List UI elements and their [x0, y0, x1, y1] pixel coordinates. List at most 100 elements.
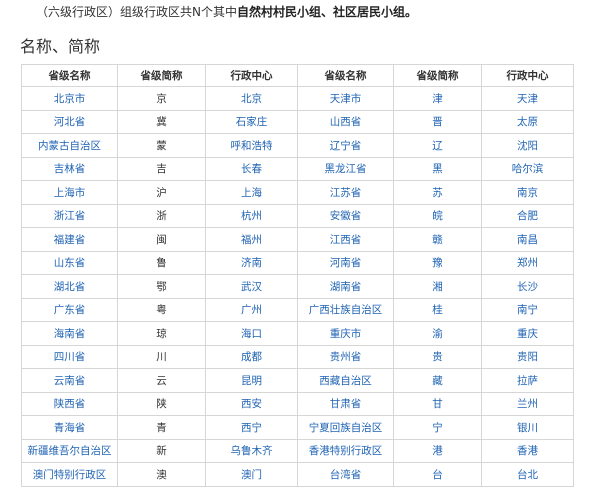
- header-province-abbr: 省级简称: [117, 64, 206, 87]
- province-name-2-cell[interactable]: 广西壮族自治区: [297, 297, 394, 322]
- province-abbr-cell: 青: [117, 415, 206, 440]
- province-name-2-cell[interactable]: 安徽省: [297, 203, 394, 228]
- province-name-cell[interactable]: 湖北省: [21, 274, 118, 299]
- province-abbr-2-cell: 贵: [393, 344, 482, 369]
- province-name-cell[interactable]: 云南省: [21, 368, 118, 393]
- province-abbr-2-cell: 黑: [393, 156, 482, 181]
- table-row: 北京市京北京 天津市津天津: [21, 86, 574, 111]
- capital-cell[interactable]: 石家庄: [205, 109, 298, 134]
- capital-2-cell[interactable]: 拉萨: [481, 368, 574, 393]
- province-name-2-cell[interactable]: 湖南省: [297, 274, 394, 299]
- province-name-2-cell[interactable]: 山西省: [297, 109, 394, 134]
- province-name-2-cell[interactable]: 台湾省: [297, 462, 394, 487]
- province-name-2-cell[interactable]: 重庆市: [297, 321, 394, 346]
- header-province-name: 省级名称: [21, 64, 118, 87]
- province-name-2-cell[interactable]: 江苏省: [297, 180, 394, 205]
- province-name-cell[interactable]: 上海市: [21, 180, 118, 205]
- header-province-abbr-2: 省级简称: [393, 64, 482, 87]
- province-name-cell[interactable]: 海南省: [21, 321, 118, 346]
- province-name-cell[interactable]: 四川省: [21, 344, 118, 369]
- province-name-cell[interactable]: 澳门特别行政区: [21, 462, 118, 487]
- province-name-cell[interactable]: 浙江省: [21, 203, 118, 228]
- province-name-cell[interactable]: 青海省: [21, 415, 118, 440]
- capital-cell[interactable]: 澳门: [205, 462, 298, 487]
- intro-paragraph: （六级行政区）组级行政区共N个其中自然村村民小组、社区居民小组。: [36, 3, 596, 21]
- capital-cell[interactable]: 武汉: [205, 274, 298, 299]
- table-header-row: 省级名称 省级简称 行政中心 省级名称 省级简称 行政中心: [21, 64, 574, 87]
- capital-2-cell[interactable]: 银川: [481, 415, 574, 440]
- capital-2-cell[interactable]: 贵阳: [481, 344, 574, 369]
- capital-2-cell[interactable]: 合肥: [481, 203, 574, 228]
- table-row: 福建省闽福州 江西省赣南昌: [21, 227, 574, 252]
- province-name-2-cell[interactable]: 辽宁省: [297, 133, 394, 158]
- table-row: 浙江省浙杭州 安徽省皖合肥: [21, 203, 574, 228]
- capital-2-cell[interactable]: 南宁: [481, 297, 574, 322]
- province-abbr-cell: 鄂: [117, 274, 206, 299]
- capital-cell[interactable]: 昆明: [205, 368, 298, 393]
- province-name-2-cell[interactable]: 黑龙江省: [297, 156, 394, 181]
- capital-2-cell[interactable]: 香港: [481, 438, 574, 463]
- province-name-2-cell[interactable]: 贵州省: [297, 344, 394, 369]
- province-name-cell[interactable]: 河北省: [21, 109, 118, 134]
- province-name-2-cell[interactable]: 江西省: [297, 227, 394, 252]
- province-name-cell[interactable]: 新疆维吾尔自治区: [21, 438, 118, 463]
- province-name-2-cell[interactable]: 西藏自治区: [297, 368, 394, 393]
- capital-2-cell[interactable]: 天津: [481, 86, 574, 111]
- province-name-2-cell[interactable]: 宁夏回族自治区: [297, 415, 394, 440]
- intro-suffix: 。: [405, 5, 418, 19]
- province-abbr-2-cell: 晋: [393, 109, 482, 134]
- province-name-2-cell[interactable]: 甘肃省: [297, 391, 394, 416]
- province-name-cell[interactable]: 广东省: [21, 297, 118, 322]
- capital-cell[interactable]: 西安: [205, 391, 298, 416]
- province-abbr-2-cell: 津: [393, 86, 482, 111]
- header-province-name-2: 省级名称: [297, 64, 394, 87]
- capital-cell[interactable]: 济南: [205, 250, 298, 275]
- capital-2-cell[interactable]: 哈尔滨: [481, 156, 574, 181]
- province-abbr-cell: 琼: [117, 321, 206, 346]
- capital-cell[interactable]: 上海: [205, 180, 298, 205]
- province-abbr-cell: 川: [117, 344, 206, 369]
- table-row: 陕西省陕西安 甘肃省甘兰州: [21, 391, 574, 416]
- capital-cell[interactable]: 呼和浩特: [205, 133, 298, 158]
- capital-cell[interactable]: 福州: [205, 227, 298, 252]
- table-row: 广东省粤广州 广西壮族自治区桂南宁: [21, 297, 574, 322]
- province-abbr-2-cell: 甘: [393, 391, 482, 416]
- province-name-cell[interactable]: 北京市: [21, 86, 118, 111]
- capital-2-cell[interactable]: 台北: [481, 462, 574, 487]
- capital-cell[interactable]: 北京: [205, 86, 298, 111]
- capital-cell[interactable]: 杭州: [205, 203, 298, 228]
- province-name-2-cell[interactable]: 香港特别行政区: [297, 438, 394, 463]
- intro-separator: 、: [321, 5, 334, 19]
- province-abbr-2-cell: 宁: [393, 415, 482, 440]
- capital-cell[interactable]: 成都: [205, 344, 298, 369]
- table-row: 青海省青西宁 宁夏回族自治区宁银川: [21, 415, 574, 440]
- capital-2-cell[interactable]: 南京: [481, 180, 574, 205]
- section-heading: 名称、简称: [20, 37, 101, 56]
- table-row: 湖北省鄂武汉 湖南省湘长沙: [21, 274, 574, 299]
- capital-cell[interactable]: 海口: [205, 321, 298, 346]
- province-name-cell[interactable]: 内蒙古自治区: [21, 133, 118, 158]
- capital-cell[interactable]: 西宁: [205, 415, 298, 440]
- province-table: 省级名称 省级简称 行政中心 省级名称 省级简称 行政中心 北京市京北京 天津市津…: [21, 64, 574, 487]
- capital-2-cell[interactable]: 太原: [481, 109, 574, 134]
- province-name-2-cell[interactable]: 天津市: [297, 86, 394, 111]
- capital-2-cell[interactable]: 沈阳: [481, 133, 574, 158]
- province-name-cell[interactable]: 吉林省: [21, 156, 118, 181]
- capital-cell[interactable]: 乌鲁木齐: [205, 438, 298, 463]
- capital-2-cell[interactable]: 郑州: [481, 250, 574, 275]
- table-row: 四川省川成都 贵州省贵贵阳: [21, 344, 574, 369]
- province-name-cell[interactable]: 陕西省: [21, 391, 118, 416]
- province-name-2-cell[interactable]: 河南省: [297, 250, 394, 275]
- capital-2-cell[interactable]: 兰州: [481, 391, 574, 416]
- province-abbr-2-cell: 苏: [393, 180, 482, 205]
- province-name-cell[interactable]: 山东省: [21, 250, 118, 275]
- capital-2-cell[interactable]: 长沙: [481, 274, 574, 299]
- province-abbr-cell: 浙: [117, 203, 206, 228]
- table-row: 河北省冀石家庄 山西省晋太原: [21, 109, 574, 134]
- capital-2-cell[interactable]: 南昌: [481, 227, 574, 252]
- capital-cell[interactable]: 广州: [205, 297, 298, 322]
- province-abbr-cell: 京: [117, 86, 206, 111]
- capital-2-cell[interactable]: 重庆: [481, 321, 574, 346]
- province-name-cell[interactable]: 福建省: [21, 227, 118, 252]
- capital-cell[interactable]: 长春: [205, 156, 298, 181]
